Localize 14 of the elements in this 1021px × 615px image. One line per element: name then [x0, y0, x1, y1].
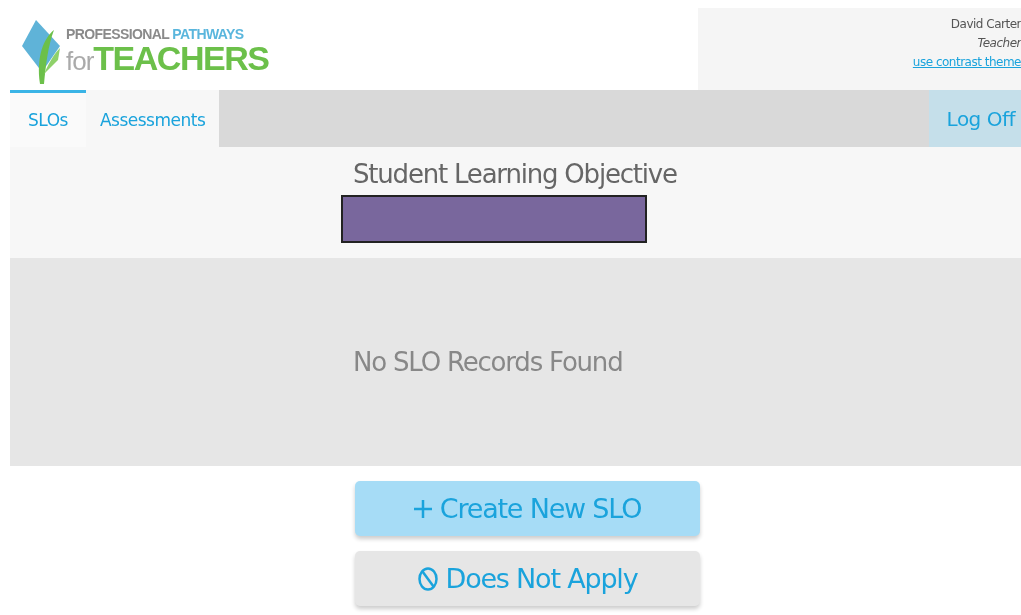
contrast-theme-link[interactable]: use contrast theme [912, 53, 1021, 72]
user-name: David Carter [950, 16, 1021, 33]
plus-icon [413, 499, 432, 518]
does-not-apply-button[interactable]: Does Not Apply [355, 551, 700, 606]
prohibited-icon [417, 566, 438, 591]
create-button[interactable]: Create New SLO [355, 481, 700, 536]
logo-wordmark: forTEACHERS [66, 41, 269, 75]
empty-message: No SLO Records Found [353, 347, 623, 377]
user-role: Teacher [977, 35, 1021, 52]
logo-text: PROFESSIONAL PATHWAYS [66, 27, 245, 41]
section-title: Student Learning Objective [353, 159, 678, 189]
log-off-button[interactable]: Log Off [928, 90, 1021, 147]
nav-tab[interactable]: SLOs [10, 90, 86, 147]
nav-tab[interactable]: Assessments [85, 90, 220, 147]
